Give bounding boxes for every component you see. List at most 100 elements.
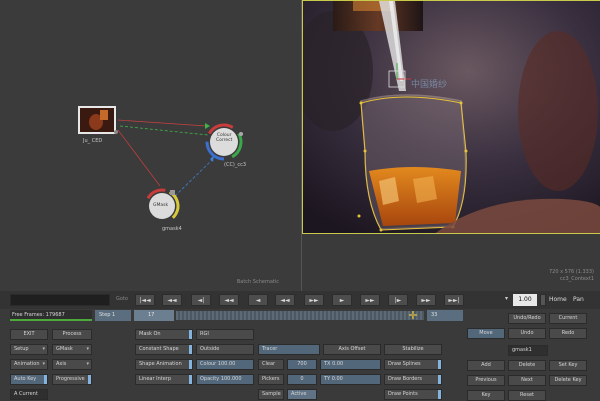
go-to-end-button[interactable]: ►►| bbox=[444, 294, 464, 306]
draw-points-toggle[interactable]: Draw Points bbox=[384, 389, 442, 400]
animation-dropdown[interactable]: Animation ▾ bbox=[10, 359, 48, 370]
home-button[interactable]: Home bbox=[549, 296, 567, 303]
redo-button[interactable]: Redo bbox=[549, 328, 587, 339]
animation-label: Animation bbox=[14, 361, 40, 367]
clip-node[interactable]: Ju_ CED bbox=[78, 106, 118, 144]
process-button[interactable]: Process bbox=[52, 329, 92, 340]
progressive-indicator bbox=[88, 375, 91, 384]
key-button[interactable]: Key bbox=[467, 390, 505, 401]
draw-splines-label: Draw Splines bbox=[388, 361, 421, 367]
exit-button[interactable]: EXIT bbox=[10, 329, 48, 340]
active-toggle[interactable]: Active bbox=[287, 389, 317, 400]
setup-dropdown-icon: ▾ bbox=[42, 346, 45, 352]
end-frame-field[interactable]: 33 bbox=[427, 310, 463, 321]
axis-dropdown[interactable]: Axis ▾ bbox=[52, 359, 92, 370]
tracer-dropdown[interactable]: Tracer bbox=[258, 344, 320, 355]
reset-button[interactable]: Reset bbox=[508, 390, 546, 401]
previous-key-button[interactable]: Previous bbox=[467, 375, 505, 386]
colour-field[interactable]: Colour 100.00 bbox=[196, 359, 254, 370]
draw-points-indicator bbox=[438, 390, 441, 399]
step-field[interactable]: Step 1 bbox=[95, 310, 131, 321]
progressive-toggle[interactable]: Progressive bbox=[52, 374, 92, 385]
opacity-field[interactable]: Opacity 100.000 bbox=[196, 374, 254, 385]
clear-button[interactable]: Clear bbox=[258, 359, 284, 370]
gmask-node[interactable]: GMask gmask4 bbox=[142, 186, 186, 232]
animation-dropdown-icon: ▾ bbox=[42, 361, 45, 367]
draw-borders-label: Draw Borders bbox=[388, 376, 423, 382]
constant-shape-indicator bbox=[189, 345, 192, 354]
axis-offset-button[interactable]: Axis Offset bbox=[323, 344, 381, 355]
auto-key-toggle[interactable]: Auto Key bbox=[10, 374, 48, 385]
zoom-spinner[interactable] bbox=[540, 294, 546, 306]
next-frame-button[interactable]: ►► bbox=[360, 294, 380, 306]
ty-field[interactable]: TY 0.00 bbox=[320, 374, 381, 385]
current-button[interactable]: Current bbox=[549, 313, 587, 324]
mask-name-field[interactable]: gmask1 bbox=[508, 345, 548, 356]
next-key-button[interactable]: Next bbox=[508, 375, 546, 386]
linear-interp-indicator bbox=[189, 375, 192, 384]
shape-animation-indicator bbox=[189, 360, 192, 369]
delete-key-button[interactable]: Delete Key bbox=[549, 375, 587, 386]
undo-button[interactable]: Undo bbox=[508, 328, 546, 339]
draw-splines-toggle[interactable]: Draw Splines bbox=[384, 359, 442, 370]
link-clip-to-gmask bbox=[117, 129, 161, 187]
sample-button[interactable]: Sample bbox=[258, 389, 284, 400]
constant-shape-toggle[interactable]: Constant Shape bbox=[135, 344, 193, 355]
play-backward-button[interactable]: ◄ bbox=[248, 294, 268, 306]
link-clip-to-cc-red bbox=[117, 119, 207, 127]
previous-frame-button[interactable]: ◄◄ bbox=[219, 294, 239, 306]
zoom-dropdown-icon[interactable]: ▾ bbox=[505, 295, 508, 302]
play-forward-button[interactable]: ► bbox=[332, 294, 352, 306]
pan-button[interactable]: Pan bbox=[573, 296, 584, 303]
outside-label: Outside bbox=[200, 346, 220, 352]
a-current-dropdown[interactable]: A Current bbox=[10, 389, 48, 400]
zoom-input[interactable]: 1.00 bbox=[513, 294, 537, 306]
transport-bar: Goto |◄◄ ◄◄ ◄| ◄◄ ◄ ◄◄ ►► ► ►► |► ►► ►►|… bbox=[0, 291, 600, 309]
colour-correct-node-label: (CC)_cc3 bbox=[224, 162, 247, 168]
value-700-field[interactable]: 700 bbox=[287, 359, 317, 370]
shape-animation-toggle[interactable]: Shape Animation bbox=[135, 359, 193, 370]
step-forward-button[interactable]: ►► bbox=[304, 294, 324, 306]
add-button[interactable]: Add bbox=[467, 360, 505, 371]
pickers-button[interactable]: Pickers bbox=[258, 374, 284, 385]
mask-on-indicator bbox=[189, 330, 192, 339]
goto-label[interactable]: Goto bbox=[116, 296, 128, 302]
linear-interp-toggle[interactable]: Linear Interp bbox=[135, 374, 193, 385]
stabilize-button[interactable]: Stabilize bbox=[384, 344, 442, 355]
clip-thumbnail bbox=[78, 106, 118, 134]
move-button[interactable]: Move bbox=[467, 328, 505, 339]
node-links bbox=[117, 119, 214, 197]
gmask-dropdown-icon: ▾ bbox=[86, 346, 89, 352]
message-field[interactable] bbox=[10, 294, 110, 306]
colour-correct-node[interactable]: Colour Correct (CC)_cc3 bbox=[204, 122, 248, 168]
viewer-image[interactable]: 中国婚纱 bbox=[302, 0, 600, 234]
setup-dropdown[interactable]: Setup ▾ bbox=[10, 344, 48, 355]
mask-on-toggle[interactable]: Mask On bbox=[135, 329, 193, 340]
value-0-field[interactable]: 0 bbox=[287, 374, 317, 385]
undo-redo-button[interactable]: Undo/Redo bbox=[508, 313, 546, 324]
gmask-controls: EXIT Process Setup ▾ GMask ▾ Animation ▾ Ax… bbox=[0, 313, 600, 401]
gmask-mode-dropdown[interactable]: GMask ▾ bbox=[52, 344, 92, 355]
previous-key-button[interactable]: ◄| bbox=[191, 294, 211, 306]
delete-button[interactable]: Delete bbox=[508, 360, 546, 371]
fast-forward-button[interactable]: ►► bbox=[416, 294, 436, 306]
a-current-label: A Current bbox=[14, 391, 38, 397]
viewer-context: cc3_Context1 bbox=[560, 276, 594, 282]
go-to-start-button[interactable]: |◄◄ bbox=[135, 294, 155, 306]
step-back-button[interactable]: ◄◄ bbox=[275, 294, 295, 306]
progressive-label: Progressive bbox=[56, 376, 85, 382]
shape-animation-label: Shape Animation bbox=[139, 361, 182, 367]
timeline-scrubber[interactable] bbox=[176, 311, 424, 320]
image-viewer[interactable]: 中国婚纱 720 x 576 (1.333) cc3_Context1 bbox=[301, 0, 600, 291]
timeline-playhead[interactable]: ✛ bbox=[407, 309, 419, 322]
outside-toggle[interactable]: Outside bbox=[196, 344, 254, 355]
rewind-fast-button[interactable]: ◄◄ bbox=[162, 294, 182, 306]
set-key-button[interactable]: Set Key bbox=[549, 360, 587, 371]
batch-schematic-panel[interactable]: Ju_ CED Colour Correct (CC)_cc3 GMask gm… bbox=[0, 0, 301, 291]
rgi-dropdown[interactable]: RGI bbox=[196, 329, 254, 340]
current-frame-field[interactable]: 17 bbox=[134, 310, 174, 321]
tx-field[interactable]: TX 0.00 bbox=[320, 359, 381, 370]
draw-borders-toggle[interactable]: Draw Borders bbox=[384, 374, 442, 385]
viewer-info: 720 x 576 (1.333) cc3_Context1 bbox=[549, 269, 594, 283]
next-key-button[interactable]: |► bbox=[388, 294, 408, 306]
